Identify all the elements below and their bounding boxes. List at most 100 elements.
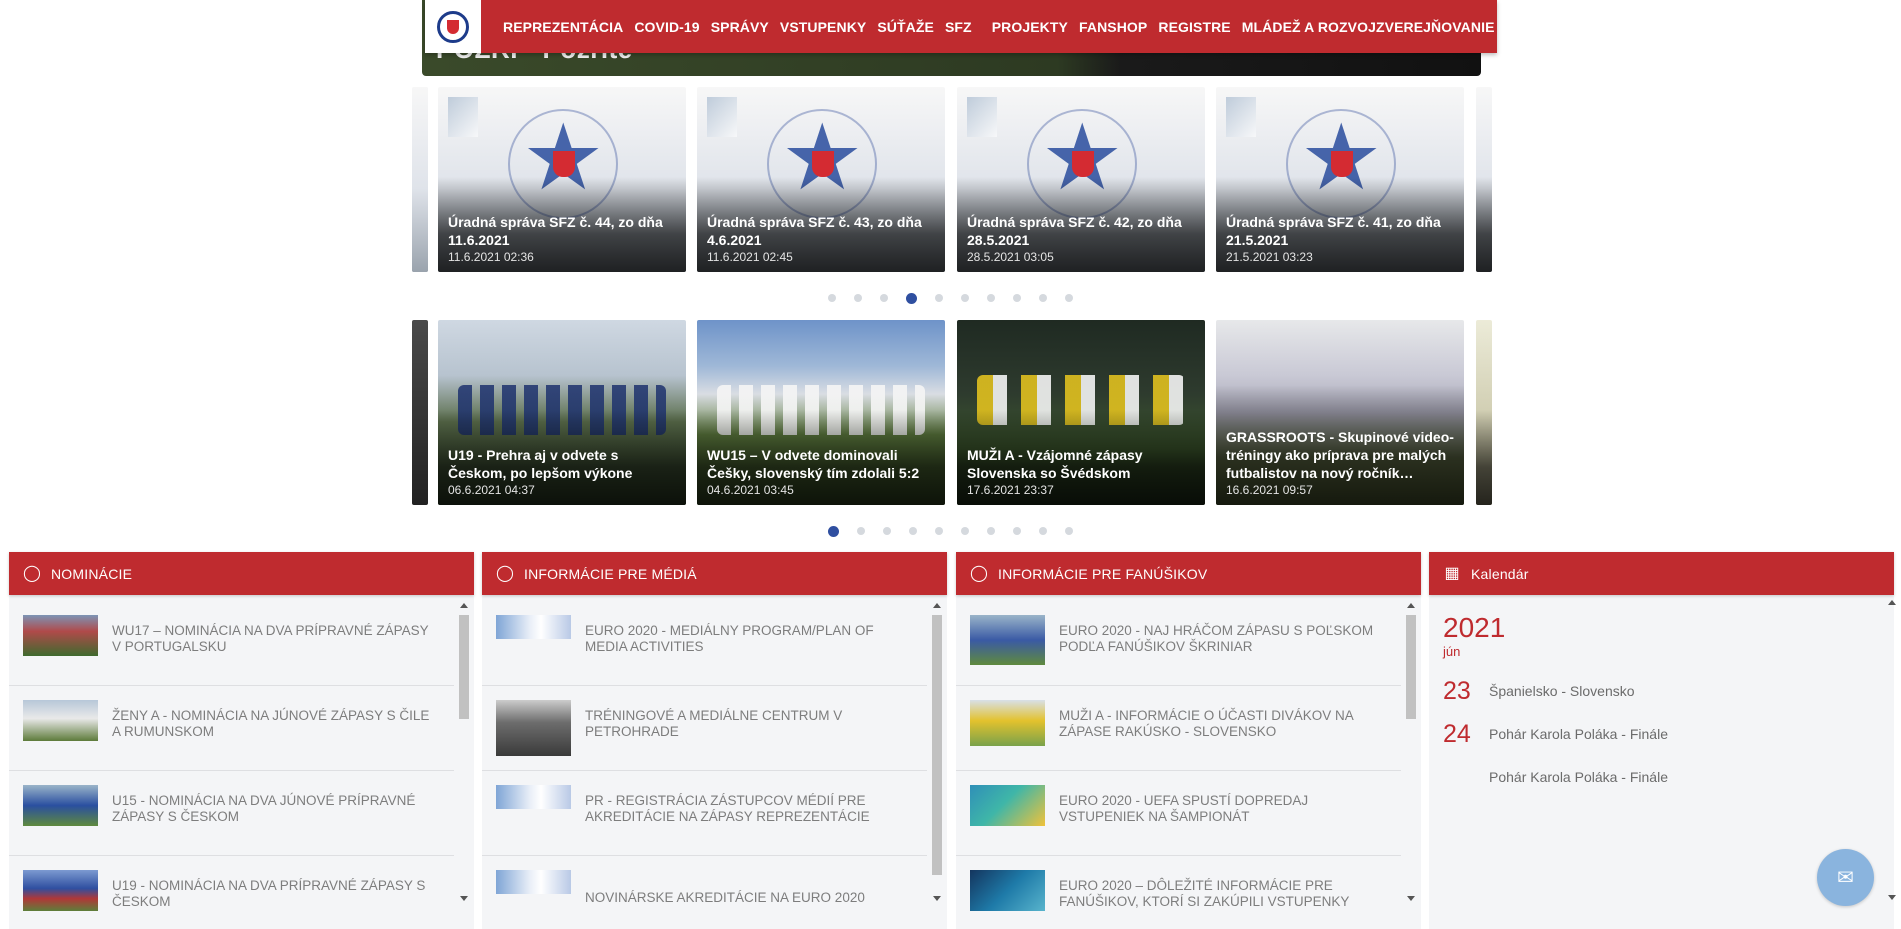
chat-button[interactable]: ✉ [1817,849,1874,906]
list-item[interactable]: WU17 – NOMINÁCIA NA DVA PRÍPRAVNÉ ZÁPASY… [9,601,454,686]
carousel-dot[interactable] [961,527,969,535]
news-card-title: GRASSROOTS - Skupinové video-tréningy ak… [1226,429,1454,481]
carousel-dot[interactable] [880,294,888,302]
media-info-panel: ◯ INFORMÁCIE PRE MÉDIÁ EURO 2020 - MEDIÁ… [482,552,947,929]
news-card[interactable]: WU15 – V odvete dominovali Češky, sloven… [697,320,945,505]
carousel-dot[interactable] [935,527,943,535]
item-thumbnail [23,700,98,741]
list-item[interactable]: EURO 2020 - NAJ HRÁČOM ZÁPASU S POĽSKOM … [956,601,1401,686]
carousel-dot[interactable] [1065,294,1073,302]
calendar-month: jún [1443,644,1461,659]
news-card-edge[interactable] [1476,87,1492,272]
panel-header: ◯ NOMINÁCIE [9,552,474,595]
event-day: 23 [1443,676,1471,705]
carousel-pagination [0,525,1901,537]
page-root: POZRI - Pozrite REPREZENTÁCIA COVID-19 S… [0,0,1901,929]
list-item[interactable]: NOVINÁRSKE AKREDITÁCIE NA EURO 2020 [482,856,927,929]
event-name: Španielsko - Slovensko [1489,683,1635,699]
news-card-title: Úradná správa SFZ č. 42, zo dňa 28.5.202… [967,214,1182,248]
carousel-dot[interactable] [987,294,995,302]
news-card[interactable]: U19 - Prehra aj v odvete s Českom, po le… [438,320,686,505]
nav-item-vstupenky[interactable]: VSTUPENKY [780,19,866,35]
carousel-dot[interactable] [1039,527,1047,535]
panel-scrollbar[interactable] [458,601,470,929]
list-item[interactable]: U15 - NOMINÁCIA NA DVA JÚNOVÉ PRÍPRAVNÉ … [9,771,454,856]
nav-item-fanshop[interactable]: FANSHOP [1079,19,1147,35]
carousel-dot[interactable] [935,294,943,302]
news-card-date: 06.6.2021 04:37 [448,483,535,497]
event-day: 24 [1443,719,1471,748]
item-thumbnail [496,700,571,756]
item-thumbnail [23,615,98,656]
panel-title: INFORMÁCIE PRE MÉDIÁ [524,565,697,582]
item-thumbnail [496,870,571,894]
carousel-dot[interactable] [1013,527,1021,535]
nav-item-sutaze[interactable]: SÚŤAŽE [877,19,934,35]
nominations-panel: ◯ NOMINÁCIE WU17 – NOMINÁCIA NA DVA PRÍP… [9,552,474,929]
carousel-dot[interactable] [1065,527,1073,535]
nav-item-covid-19[interactable]: COVID-19 [634,19,699,35]
calendar-event[interactable]: 23 Španielsko - Slovensko [1443,676,1635,706]
sfz-logo[interactable] [425,0,481,53]
sfz-crest-icon [437,10,469,43]
nav-item-registre[interactable]: REGISTRE [1158,19,1230,35]
event-name: Pohár Karola Poláka - Finále [1489,769,1668,785]
carousel-dot[interactable] [854,294,862,302]
news-card[interactable]: GRASSROOTS - Skupinové video-tréningy ak… [1216,320,1464,505]
carousel-dot[interactable] [883,527,891,535]
news-card-title: WU15 – V odvete dominovali Češky, sloven… [707,447,920,481]
news-card-edge[interactable] [1476,320,1492,505]
nav-item-zverejnovanie[interactable]: ZVEREJŇOVANIE [1376,19,1495,35]
jersey-icon: ◯ [970,564,988,582]
nav-item-reprezentacia[interactable]: REPREZENTÁCIA [503,19,623,35]
nav-item-spravy[interactable]: SPRÁVY [711,19,769,35]
news-card-title: Úradná správa SFZ č. 41, zo dňa 21.5.202… [1226,214,1441,248]
official-news-carousel: Úradná správa SFZ č. 44, zo dňa 11.6.202… [412,87,1492,273]
item-thumbnail [23,785,98,826]
page-scrollbar[interactable] [1887,600,1897,900]
item-thumbnail [23,870,98,911]
panel-header: ◯ INFORMÁCIE PRE FANÚŠIKOV [956,552,1421,595]
news-card-edge[interactable] [412,320,428,505]
list-item[interactable]: U19 - NOMINÁCIA NA DVA PRÍPRAVNÉ ZÁPASY … [9,856,454,929]
news-card[interactable]: MUŽI A - Vzájomné zápasy Slovenska so Šv… [957,320,1205,505]
item-thumbnail [970,615,1045,665]
news-card[interactable]: Úradná správa SFZ č. 44, zo dňa 11.6.202… [438,87,686,272]
carousel-dot[interactable] [828,294,836,302]
news-card[interactable]: Úradná správa SFZ č. 43, zo dňa 4.6.2021… [697,87,945,272]
carousel-dot-active[interactable] [906,292,917,304]
news-card-date: 17.6.2021 23:37 [967,483,1054,497]
nav-item-mladez-a-rozvoj[interactable]: MLÁDEŽ A ROZVOJ [1242,19,1376,35]
jersey-icon: ◯ [23,564,41,582]
list-item[interactable]: MUŽI A - INFORMÁCIE O ÚČASTI DIVÁKOV NA … [956,686,1401,771]
carousel-dot[interactable] [1013,294,1021,302]
carousel-dot[interactable] [987,527,995,535]
panel-list: EURO 2020 - MEDIÁLNY PROGRAM/PLAN OF MED… [482,601,927,929]
calendar-year: 2021 [1443,612,1506,643]
list-item[interactable]: ŽENY A - NOMINÁCIA NA JÚNOVÉ ZÁPASY S ČI… [9,686,454,771]
news-card-edge[interactable] [412,87,428,272]
news-card[interactable]: Úradná správa SFZ č. 41, zo dňa 21.5.202… [1216,87,1464,272]
nav-item-sfz[interactable]: SFZ [945,19,972,35]
list-item[interactable]: TRÉNINGOVÉ A MEDIÁLNE CENTRUM V PETROHRA… [482,686,927,771]
carousel-pagination [0,292,1901,304]
list-item[interactable]: EURO 2020 - MEDIÁLNY PROGRAM/PLAN OF MED… [482,601,927,686]
carousel-dot[interactable] [961,294,969,302]
panel-scrollbar[interactable] [1405,601,1417,929]
list-item[interactable]: EURO 2020 – DÔLEŽITÉ INFORMÁCIE PRE FANÚ… [956,856,1401,929]
carousel-dot[interactable] [857,527,865,535]
list-item[interactable]: EURO 2020 - UEFA SPUSTÍ DOPREDAJ VSTUPEN… [956,771,1401,856]
carousel-dot[interactable] [1039,294,1047,302]
panel-title: Kalendár [1471,565,1529,582]
calendar-event[interactable]: 24 Pohár Karola Poláka - Finále [1443,719,1668,749]
news-card-date: 28.5.2021 03:05 [967,250,1054,264]
news-card[interactable]: Úradná správa SFZ č. 42, zo dňa 28.5.202… [957,87,1205,272]
panel-scrollbar[interactable] [931,601,943,929]
carousel-dot-active[interactable] [828,525,839,537]
panel-list: EURO 2020 - NAJ HRÁČOM ZÁPASU S POĽSKOM … [956,601,1401,929]
calendar-event[interactable]: Pohár Karola Poláka - Finále [1443,762,1668,792]
nav-menu: REPREZENTÁCIA COVID-19 SPRÁVY VSTUPENKY … [503,0,1495,53]
list-item[interactable]: PR - REGISTRÁCIA ZÁSTUPCOV MÉDIÍ PRE AKR… [482,771,927,856]
carousel-dot[interactable] [909,527,917,535]
nav-item-projekty[interactable]: PROJEKTY [992,19,1068,35]
